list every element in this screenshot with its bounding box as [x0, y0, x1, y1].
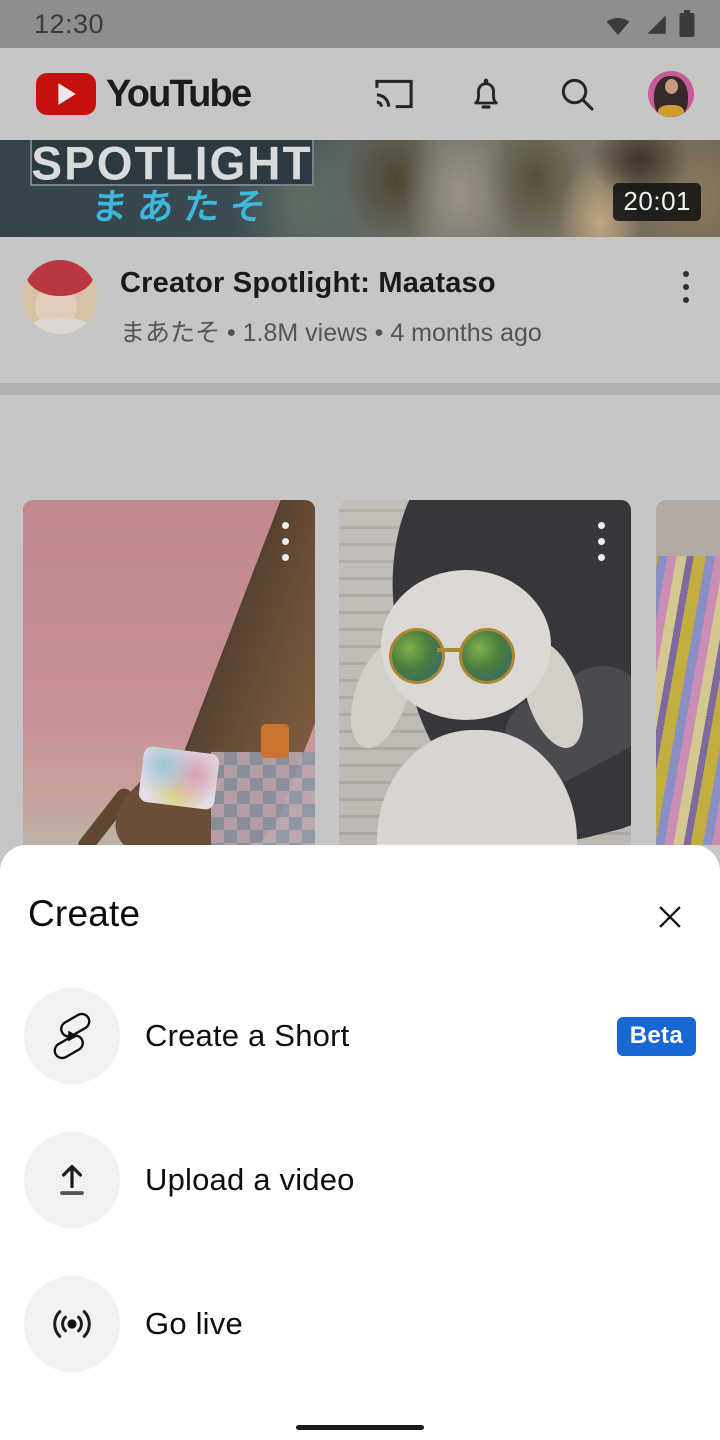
shorts-shelf-header: Shorts beta	[0, 395, 720, 500]
status-bar: 12:30	[0, 0, 720, 48]
shorts-outline-icon	[24, 988, 120, 1084]
live-broadcast-icon	[24, 1276, 120, 1372]
thumbnail-overlay-subtitle: まあたそ	[89, 178, 278, 230]
cast-icon[interactable]	[372, 76, 416, 112]
channel-avatar[interactable]	[23, 260, 97, 334]
avatar-shirt	[658, 105, 684, 117]
video-thumbnail[interactable]: SPOTLIGHT まあたそ 20:01	[0, 140, 720, 237]
menu-item-create-short[interactable]: Create a Short Beta	[24, 988, 696, 1084]
short1-cup	[261, 724, 289, 758]
video-meta-row[interactable]: Creator Spotlight: Maataso まあたそ • 1.8M v…	[0, 237, 720, 383]
menu-item-go-live[interactable]: Go live	[24, 1276, 696, 1372]
beta-badge: Beta	[617, 1017, 696, 1056]
youtube-play-icon	[36, 73, 96, 115]
avatar-face	[665, 79, 678, 94]
video-duration-badge: 20:01	[613, 183, 701, 221]
signal-icon	[643, 11, 669, 37]
short-thumbnail-1[interactable]	[23, 500, 315, 845]
close-icon[interactable]	[650, 897, 690, 937]
header-actions	[372, 71, 694, 117]
wifi-icon	[602, 11, 634, 37]
short1-tiedye-shorts	[138, 746, 220, 811]
short-thumbnail-2[interactable]	[339, 500, 631, 845]
short2-sunglasses-lens	[459, 628, 515, 684]
short2-sunglasses-bridge	[437, 648, 463, 652]
youtube-app-screen: 12:30 YouTube	[0, 0, 720, 1440]
home-indicator[interactable]	[296, 1425, 424, 1430]
short1-options-kebab-icon[interactable]	[273, 518, 297, 564]
status-icons	[602, 9, 696, 39]
video-metadata: まあたそ • 1.8M views • 4 months ago	[120, 313, 542, 349]
menu-item-upload-video[interactable]: Upload a video	[24, 1132, 696, 1228]
short1-checker-blanket	[211, 752, 315, 845]
video-title: Creator Spotlight: Maataso	[120, 267, 496, 300]
menu-item-label: Create a Short	[145, 1018, 349, 1054]
channel-avatar-shoulder	[29, 318, 91, 334]
menu-item-label: Upload a video	[145, 1162, 355, 1198]
search-icon[interactable]	[556, 73, 598, 115]
upload-arrow-icon	[24, 1132, 120, 1228]
shorts-shelf	[0, 500, 720, 845]
video-options-kebab-icon[interactable]	[668, 267, 704, 307]
short2-options-kebab-icon[interactable]	[589, 518, 613, 564]
menu-item-label: Go live	[145, 1306, 243, 1342]
youtube-logo[interactable]: YouTube	[36, 73, 250, 116]
short2-sunglasses-lens	[389, 628, 445, 684]
clock: 12:30	[34, 9, 104, 40]
battery-icon	[678, 9, 696, 39]
section-divider	[0, 383, 720, 395]
short-thumbnail-3[interactable]	[656, 500, 720, 845]
channel-avatar-hat	[26, 260, 94, 296]
create-bottom-sheet: Create Create a Short Beta	[0, 845, 720, 1440]
sheet-title: Create	[28, 893, 140, 935]
app-header: YouTube	[0, 48, 720, 140]
account-avatar[interactable]	[648, 71, 694, 117]
youtube-wordmark: YouTube	[106, 73, 250, 116]
notifications-bell-icon[interactable]	[466, 73, 506, 115]
